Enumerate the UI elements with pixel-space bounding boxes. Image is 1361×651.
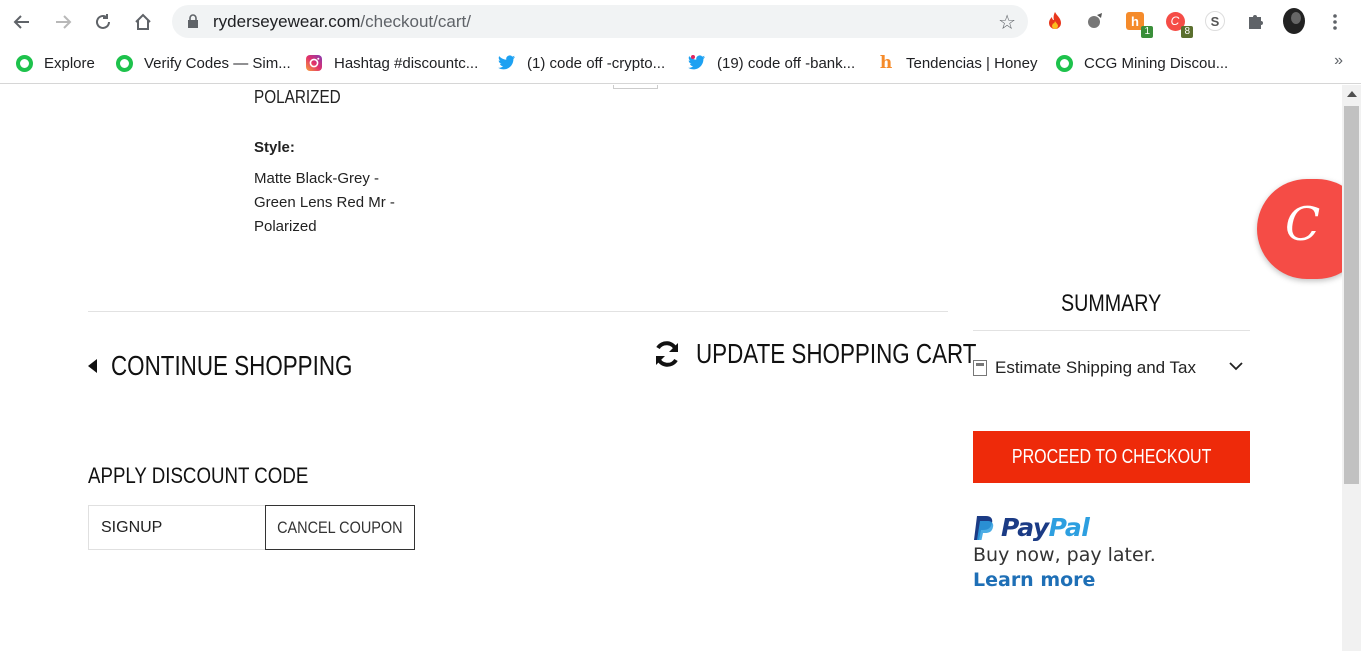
scrollbar-thumb[interactable] (1344, 106, 1359, 484)
proceed-to-checkout-button[interactable]: PROCEED TO CHECKOUT (973, 431, 1250, 483)
product-name[interactable]: POLARIZED (254, 87, 341, 108)
twitter-icon (498, 54, 516, 72)
bookmark-label: Tendencias | Honey (906, 54, 1038, 72)
bookmark-twitter-bank[interactable]: (19) code off -bank... (688, 52, 855, 74)
summary-divider (973, 330, 1250, 331)
honey-icon: h (879, 53, 893, 73)
bookmark-ccg-mining[interactable]: CCG Mining Discou... (1055, 52, 1228, 74)
refresh-icon (656, 341, 678, 367)
profile-avatar[interactable] (1283, 8, 1305, 34)
bookmark-twitter-crypto[interactable]: (1) code off -crypto... (498, 52, 665, 74)
estimate-shipping-label: Estimate Shipping and Tax (995, 358, 1196, 377)
back-arrow-icon[interactable] (9, 9, 35, 35)
calculator-icon (973, 360, 987, 376)
update-cart-label: UPDATE SHOPPING CART (696, 338, 977, 369)
bookmark-label: CCG Mining Discou... (1084, 54, 1229, 72)
style-label: Style: (254, 139, 295, 156)
reload-icon[interactable] (90, 9, 116, 35)
browser-toolbar: ryderseyewear.com/checkout/cart/ ☆ h 1 C… (0, 0, 1361, 43)
fire-extension-icon[interactable] (1044, 10, 1066, 32)
cancel-coupon-label: CANCEL COUPON (277, 517, 403, 537)
bookmark-verify-codes[interactable]: Verify Codes — Sim... (115, 52, 291, 74)
checkout-label: PROCEED TO CHECKOUT (1011, 445, 1212, 468)
summary-title: SUMMARY (1061, 290, 1162, 317)
chart-extension-icon[interactable] (1084, 10, 1106, 32)
page-scrollbar[interactable] (1342, 85, 1361, 651)
chevron-down-icon (1229, 362, 1243, 371)
style-value: Matte Black-Grey - Green Lens Red Mr - P… (254, 170, 395, 235)
bookmark-star-icon[interactable]: ☆ (998, 10, 1016, 34)
continue-shopping-label: CONTINUE SHOPPING (111, 350, 353, 381)
coupon-extension-icon[interactable]: C 8 (1164, 10, 1193, 38)
instagram-icon (305, 54, 323, 72)
honey-extension-icon[interactable]: h 1 (1124, 10, 1153, 38)
bookmark-label: Explore (44, 54, 95, 72)
cart-divider (88, 311, 948, 312)
green-ring-icon (1055, 54, 1073, 72)
paypal-message: PayPal Buy now, pay later. Learn more (973, 513, 1156, 591)
lock-icon (188, 14, 198, 28)
scroll-up-arrow-icon[interactable] (1347, 91, 1357, 97)
bookmark-explore[interactable]: Explore (15, 52, 95, 74)
bookmark-label: (1) code off -crypto... (527, 54, 666, 72)
s-extension-icon[interactable]: S (1204, 10, 1226, 32)
estimate-shipping-toggle[interactable]: Estimate Shipping and Tax (973, 356, 1250, 380)
bookmark-honey[interactable]: h Tendencias | Honey (877, 52, 1038, 74)
coupon-helper-floating-button[interactable]: C (1257, 179, 1342, 279)
paypal-logo: PayPal (973, 513, 1156, 542)
url-text: ryderseyewear.com/checkout/cart/ (213, 12, 471, 31)
forward-arrow-icon[interactable] (50, 9, 76, 35)
quantity-input[interactable] (613, 85, 658, 89)
coupon-code-input[interactable] (88, 505, 265, 550)
bookmark-label: (19) code off -bank... (717, 54, 856, 72)
bookmark-label: Hashtag #discountc... (334, 54, 479, 72)
bookmarks-more-icon[interactable]: » (1334, 52, 1343, 70)
bookmark-hashtag[interactable]: Hashtag #discountc... (305, 52, 478, 74)
green-ring-icon (15, 54, 33, 72)
extension-badge: 8 (1181, 26, 1193, 38)
cancel-coupon-button[interactable]: CANCEL COUPON (265, 505, 415, 550)
extension-badge: 1 (1141, 26, 1153, 38)
bookmark-label: Verify Codes — Sim... (144, 54, 291, 72)
green-ring-icon (115, 54, 133, 72)
cart-page: POLARIZED Style: Matte Black-Grey - Gree… (0, 85, 1342, 651)
bookmarks-bar: Explore Verify Codes — Sim... Hashtag #d… (0, 43, 1361, 84)
discount-title: APPLY DISCOUNT CODE (88, 463, 309, 488)
address-bar[interactable]: ryderseyewear.com/checkout/cart/ ☆ (172, 5, 1028, 38)
paypal-learn-more-link[interactable]: Learn more (973, 569, 1156, 591)
paypal-p-icon (974, 515, 994, 540)
caret-left-icon (88, 359, 97, 373)
product-thumbnail[interactable] (128, 85, 170, 95)
puzzle-extension-icon[interactable] (1244, 10, 1266, 32)
coupon-c-icon: C (1285, 197, 1321, 251)
browser-menu-icon[interactable] (1322, 9, 1348, 35)
home-icon[interactable] (130, 9, 156, 35)
continue-shopping-link[interactable]: CONTINUE SHOPPING (88, 350, 413, 382)
paypal-tagline: Buy now, pay later. (973, 544, 1156, 566)
twitter-icon (688, 54, 706, 72)
